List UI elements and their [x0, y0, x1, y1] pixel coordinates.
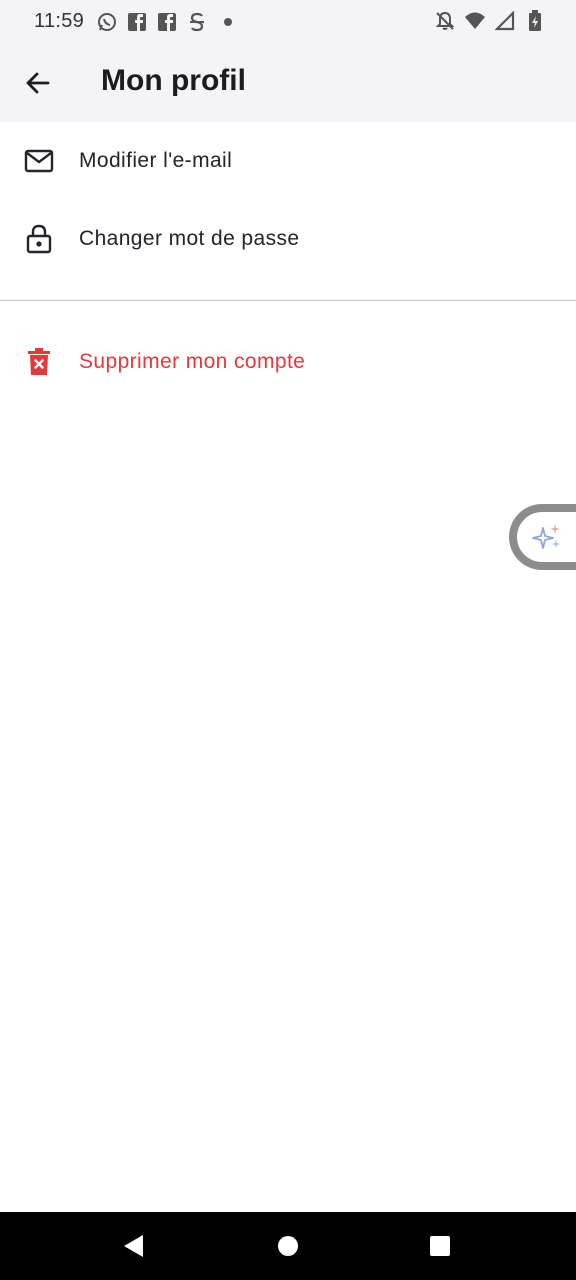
wifi-icon: [464, 10, 486, 32]
facebook-icon: [156, 11, 178, 33]
whatsapp-icon: [96, 11, 118, 33]
edit-email-label: Modifier l'e-mail: [79, 149, 233, 172]
arrow-left-icon: [26, 72, 50, 94]
floating-assistant-button[interactable]: [509, 504, 576, 570]
status-bar: 11:59: [0, 0, 576, 44]
back-triangle-icon[interactable]: [121, 1234, 145, 1258]
change-password-label: Changer mot de passe: [79, 227, 300, 250]
trash-icon: [24, 347, 54, 377]
app-bar: Mon profil: [0, 44, 576, 122]
floating-assistant-inner: [517, 512, 576, 562]
edit-email-item[interactable]: Modifier l'e-mail: [0, 122, 576, 200]
divider: [0, 300, 576, 301]
recents-square-icon[interactable]: [428, 1234, 452, 1258]
facebook-icon: [126, 11, 148, 33]
delete-account-label: Supprimer mon compte: [79, 350, 306, 373]
notification-dot: [224, 18, 232, 26]
delete-account-item[interactable]: Supprimer mon compte: [0, 323, 576, 401]
status-right-icons: [434, 10, 546, 32]
sparkle-icon: [532, 524, 560, 549]
bell-off-icon: [434, 10, 456, 32]
status-time: 11:59: [34, 10, 85, 32]
change-password-item[interactable]: Changer mot de passe: [0, 200, 576, 278]
system-nav-bar: [0, 1212, 576, 1280]
battery-icon: [524, 10, 546, 32]
page-title: Mon profil: [101, 64, 246, 97]
back-button[interactable]: [16, 61, 60, 105]
s-app-icon: [186, 11, 208, 33]
status-left-icons: [96, 11, 232, 33]
lock-icon: [24, 224, 54, 254]
signal-icon: [494, 10, 516, 32]
home-circle-icon[interactable]: [276, 1234, 300, 1258]
mail-icon: [24, 146, 54, 176]
